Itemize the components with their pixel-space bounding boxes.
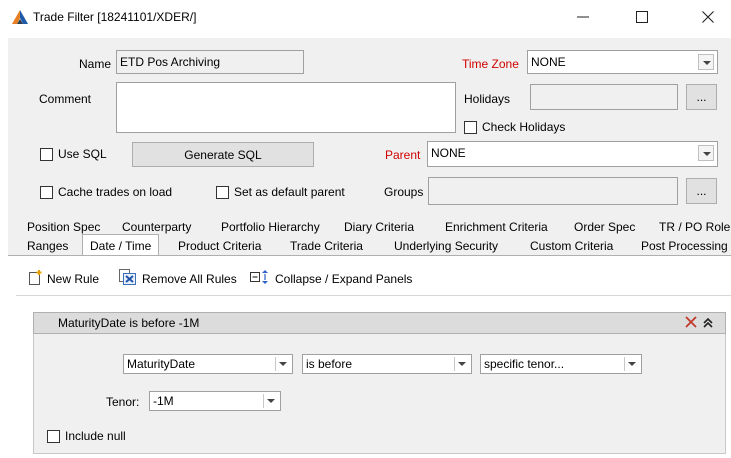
- tab-underlying-security[interactable]: Underlying Security: [390, 237, 502, 255]
- rule-mode-select[interactable]: specific tenor...: [480, 354, 642, 374]
- parent-select[interactable]: NONE: [427, 141, 718, 167]
- new-document-icon: [27, 269, 43, 288]
- timezone-select[interactable]: NONE: [527, 50, 718, 74]
- minimize-button[interactable]: [560, 0, 606, 34]
- chevron-down-icon[interactable]: [275, 357, 289, 371]
- holidays-field[interactable]: [530, 84, 678, 110]
- remove-all-rules-button[interactable]: Remove All Rules: [118, 268, 237, 289]
- timezone-label: Time Zone: [462, 57, 519, 71]
- rule-operator-select[interactable]: is before: [302, 354, 472, 374]
- collapse-expand-icon: [249, 269, 271, 288]
- groups-browse-button[interactable]: ...: [686, 178, 717, 204]
- rule-panel-body: [33, 334, 726, 454]
- tab-product-criteria[interactable]: Product Criteria: [174, 237, 265, 255]
- new-rule-button[interactable]: New Rule: [27, 269, 99, 288]
- holidays-label: Holidays: [464, 92, 511, 106]
- maximize-button[interactable]: [619, 0, 665, 34]
- tab-enrichment-criteria[interactable]: Enrichment Criteria: [441, 218, 552, 236]
- rule-header-title: MaturityDate is before -1M: [58, 316, 200, 330]
- new-rule-label: New Rule: [47, 271, 100, 286]
- use-sql-label: Use SQL: [58, 147, 107, 161]
- tab-diary-criteria[interactable]: Diary Criteria: [340, 218, 418, 236]
- use-sql-checkbox[interactable]: [40, 148, 53, 161]
- rule-operator-value: is before: [306, 357, 353, 371]
- check-holidays-label: Check Holidays: [482, 120, 566, 134]
- tab-tr-po-role[interactable]: TR / PO Role: [655, 218, 731, 236]
- collapse-expand-label: Collapse / Expand Panels: [275, 271, 413, 286]
- remove-all-rules-label: Remove All Rules: [142, 271, 237, 286]
- holidays-browse-button[interactable]: ...: [686, 84, 717, 110]
- tenor-label: Tenor:: [106, 395, 140, 409]
- tab-ranges[interactable]: Ranges: [23, 237, 72, 255]
- window-title: Trade Filter [18241101/XDER/]: [33, 10, 197, 24]
- tab-date-time[interactable]: Date / Time: [82, 234, 160, 256]
- default-parent-checkbox[interactable]: [216, 186, 229, 199]
- tab-post-processing[interactable]: Post Processing: [637, 237, 731, 255]
- cache-trades-checkbox[interactable]: [40, 186, 53, 199]
- comment-textarea[interactable]: [116, 82, 456, 133]
- remove-rule-icon[interactable]: [685, 315, 697, 332]
- comment-label: Comment: [39, 92, 92, 106]
- toolbar-divider: [16, 295, 731, 296]
- timezone-value: NONE: [531, 55, 566, 69]
- generate-sql-button[interactable]: Generate SQL: [132, 142, 314, 167]
- cache-trades-label: Cache trades on load: [58, 185, 173, 199]
- groups-field[interactable]: [428, 177, 678, 205]
- app-logo-icon: [12, 10, 28, 24]
- include-null-checkbox[interactable]: [47, 430, 60, 443]
- name-label: Name: [79, 57, 112, 71]
- chevron-down-icon[interactable]: [698, 145, 714, 161]
- check-holidays-checkbox[interactable]: [464, 121, 477, 134]
- rule-field-value: MaturityDate: [127, 357, 196, 371]
- chevron-down-icon[interactable]: [624, 357, 638, 371]
- chevron-down-icon[interactable]: [454, 357, 468, 371]
- include-null-label: Include null: [65, 429, 126, 443]
- remove-document-icon: [118, 268, 138, 289]
- tenor-select[interactable]: -1M: [149, 391, 281, 411]
- collapse-chevron-icon[interactable]: [703, 317, 713, 332]
- collapse-expand-button[interactable]: Collapse / Expand Panels: [249, 269, 412, 288]
- tab-trade-criteria[interactable]: Trade Criteria: [286, 237, 367, 255]
- tab-custom-criteria[interactable]: Custom Criteria: [526, 237, 617, 255]
- groups-label: Groups: [384, 185, 424, 199]
- default-parent-label: Set as default parent: [234, 185, 345, 199]
- rule-panel-header[interactable]: MaturityDate is before -1M: [33, 312, 726, 334]
- chevron-down-icon[interactable]: [263, 394, 277, 408]
- tab-order-spec[interactable]: Order Spec: [570, 218, 639, 236]
- tenor-value: -1M: [153, 394, 174, 408]
- parent-label: Parent: [385, 148, 421, 162]
- chevron-down-icon[interactable]: [698, 54, 714, 70]
- tab-portfolio-hierarchy[interactable]: Portfolio Hierarchy: [217, 218, 324, 236]
- rule-mode-value: specific tenor...: [484, 357, 565, 371]
- title-bar: Trade Filter [18241101/XDER/]: [0, 0, 731, 34]
- rule-field-select[interactable]: MaturityDate: [123, 354, 293, 374]
- close-button[interactable]: [685, 0, 731, 34]
- name-field[interactable]: ETD Pos Archiving: [116, 50, 304, 74]
- parent-value: NONE: [431, 146, 466, 160]
